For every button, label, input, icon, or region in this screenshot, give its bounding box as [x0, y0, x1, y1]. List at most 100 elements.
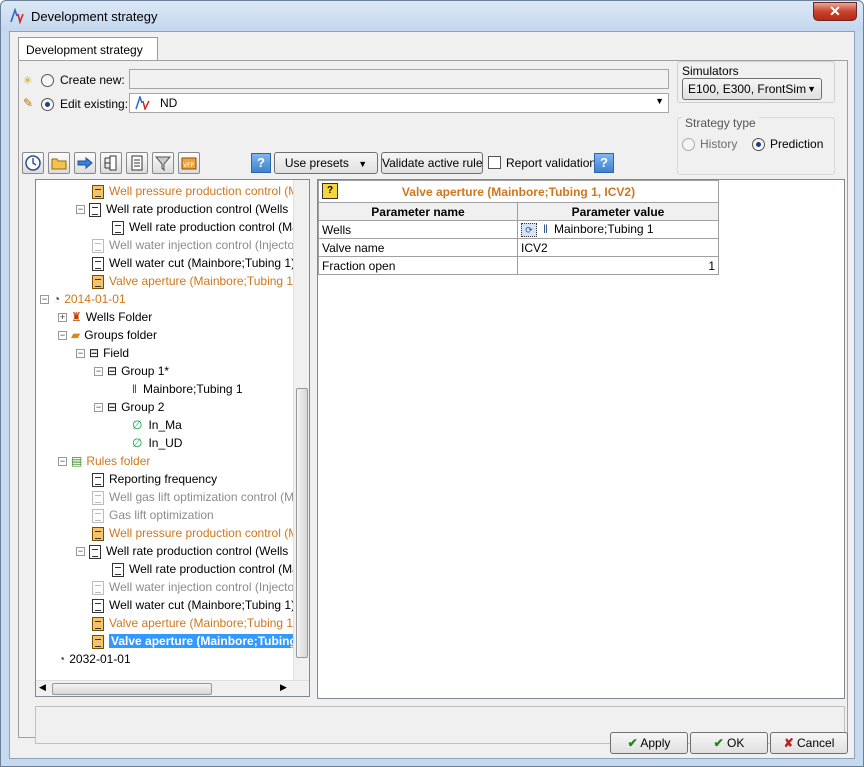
rule-icon — [92, 508, 104, 523]
ok-button[interactable]: ✔ OK — [690, 732, 768, 754]
tree-row-groups-folder[interactable]: − ▰ Groups folder — [58, 326, 157, 344]
client-area: Development strategy ✳ Create new: ✎ Edi… — [9, 31, 855, 759]
validate-active-rule-button[interactable]: Validate active rule — [381, 152, 483, 174]
collapse-icon[interactable]: − — [58, 457, 67, 467]
tree-row[interactable]: Well pressure production control (M — [92, 524, 298, 542]
tree-row-well[interactable]: ∅ In_UD — [132, 434, 182, 452]
param-name: Fraction open — [318, 256, 518, 275]
tree-horizontal-scrollbar[interactable]: ◀ ▶ — [36, 680, 309, 696]
param-value[interactable]: ICV2 — [517, 238, 719, 257]
table-row[interactable]: Fraction open 1 — [318, 256, 719, 275]
tree-row-group[interactable]: − ⊟ Group 2 — [94, 398, 164, 416]
cancel-button[interactable]: ✘ Cancel — [770, 732, 848, 754]
group-tree-icon[interactable] — [100, 152, 122, 174]
tree-row[interactable]: Well rate production control (Ma — [112, 218, 299, 236]
scroll-left-icon[interactable]: ◀ — [39, 682, 46, 693]
tab-development-strategy[interactable]: Development strategy — [18, 37, 158, 61]
tree-row[interactable]: Well gas lift optimization control (M — [92, 488, 294, 506]
simulators-value: E100, E300, FrontSim — [688, 82, 807, 96]
folder-icon[interactable] — [48, 152, 70, 174]
tab-pane: ✳ Create new: ✎ Edit existing: ND ▼ Simu… — [18, 60, 848, 744]
existing-strategy-select[interactable]: ND ▼ — [129, 93, 669, 113]
table-row[interactable]: Wells ⟳ ‖ Mainbore;Tubing 1 — [318, 220, 719, 239]
clock-icon[interactable] — [22, 152, 44, 174]
tree-row-selected[interactable]: Valve aperture (Mainbore;Tubing — [92, 632, 299, 650]
scrollbar-thumb[interactable] — [296, 388, 308, 658]
param-value[interactable]: 1 — [517, 256, 719, 275]
tree-row-date[interactable]: − ◔ 2014-01-01 — [40, 290, 126, 308]
clock-icon: ◔ — [53, 292, 61, 306]
table-row[interactable]: Valve name ICV2 — [318, 238, 719, 257]
svg-text:VFP: VFP — [183, 162, 195, 169]
param-name: Valve name — [318, 238, 518, 257]
tree-row-group[interactable]: − ⊟ Group 1* — [94, 362, 169, 380]
help-icon[interactable]: ? — [251, 153, 271, 173]
tree-row[interactable]: Well pressure production control (M — [92, 182, 298, 200]
tree-row-well[interactable]: ‖ Mainbore;Tubing 1 — [132, 380, 243, 398]
create-new-radio[interactable] — [41, 74, 54, 87]
rule-icon — [92, 490, 104, 505]
chevron-down-icon: ▼ — [655, 96, 664, 106]
scrollbar-thumb[interactable] — [52, 683, 212, 695]
scroll-right-icon[interactable]: ▶ — [280, 682, 287, 693]
strategy-type-group: Strategy type History Prediction — [677, 116, 835, 175]
edit-existing-label: Edit existing: — [60, 97, 129, 111]
tree-row[interactable]: Valve aperture (Mainbore;Tubing 1, — [92, 272, 296, 290]
group-icon: ⊟ — [89, 346, 100, 360]
tree-row[interactable]: Well water injection control (Injector — [92, 236, 298, 254]
rule-help-icon: ? — [322, 183, 338, 199]
collapse-icon[interactable]: − — [76, 205, 85, 215]
simulators-select[interactable]: E100, E300, FrontSim ▼ — [682, 78, 822, 100]
use-presets-button[interactable]: Use presets ▼ — [274, 152, 378, 174]
vfp-table-icon[interactable]: VFP — [178, 152, 200, 174]
apply-label: Apply — [640, 736, 671, 750]
tree-row[interactable]: Well rate production control (Ma — [112, 560, 299, 578]
tree-row[interactable]: Valve aperture (Mainbore;Tubing 1, — [92, 614, 296, 632]
rule-icon — [92, 184, 104, 199]
tree-row[interactable]: − Well rate production control (Wells — [76, 542, 288, 560]
create-new-label: Create new: — [60, 73, 125, 87]
tree-row[interactable]: Gas lift optimization — [92, 506, 214, 524]
arrow-right-icon[interactable] — [74, 152, 96, 174]
collapse-icon[interactable]: − — [94, 367, 103, 377]
expand-icon[interactable]: + — [58, 313, 67, 323]
collapse-icon[interactable]: − — [76, 547, 85, 557]
tree-row-field[interactable]: − ⊟ Field — [76, 344, 129, 362]
cross-icon: ✘ — [783, 736, 794, 750]
simulators-group: Simulators E100, E300, FrontSim ▼ — [677, 61, 835, 103]
collapse-icon[interactable]: − — [94, 403, 103, 413]
rule-icon — [112, 562, 124, 577]
create-new-name-input[interactable] — [129, 69, 669, 89]
apply-button[interactable]: ✔ Apply — [610, 732, 688, 754]
rule-title: Valve aperture (Mainbore;Tubing 1, ICV2) — [401, 184, 636, 199]
tree-row[interactable]: − Well rate production control (Wells — [76, 200, 288, 218]
tree-row-date[interactable]: ◔ 2032-01-01 — [58, 650, 131, 668]
tree-row[interactable]: Reporting frequency — [92, 470, 217, 488]
tree-row[interactable]: Well water injection control (Injector — [92, 578, 298, 596]
prediction-radio[interactable] — [752, 138, 765, 151]
cancel-label: Cancel — [797, 736, 835, 750]
column-header-value: Parameter value — [517, 202, 719, 221]
help-icon-validation[interactable]: ? — [594, 153, 614, 173]
well-icon: ‖ — [132, 382, 137, 396]
tree-row-well[interactable]: ∅ In_Ma — [132, 416, 182, 434]
dropdown-arrow-icon: ▼ — [358, 159, 368, 169]
close-button[interactable]: ✕ — [813, 2, 857, 21]
filter-icon[interactable] — [152, 152, 174, 174]
tree-row[interactable]: Well water cut (Mainbore;Tubing 1) — [92, 596, 295, 614]
report-validation-checkbox[interactable] — [488, 156, 501, 169]
param-value-cell[interactable]: ⟳ ‖ Mainbore;Tubing 1 — [517, 220, 719, 239]
document-icon[interactable] — [126, 152, 148, 174]
tree-vertical-scrollbar[interactable] — [293, 180, 309, 680]
well-picker-icon[interactable]: ⟳ — [521, 223, 537, 237]
tree-row-wells-folder[interactable]: + ♜ Wells Folder — [58, 308, 152, 326]
collapse-icon[interactable]: − — [40, 295, 49, 305]
edit-existing-radio[interactable] — [41, 98, 54, 111]
rule-icon — [92, 526, 104, 541]
ok-label: OK — [727, 736, 745, 750]
collapse-icon[interactable]: − — [58, 331, 67, 341]
tree-row[interactable]: Well water cut (Mainbore;Tubing 1) — [92, 254, 295, 272]
collapse-icon[interactable]: − — [76, 349, 85, 359]
tree-row-rules-folder[interactable]: − ▤ Rules folder — [58, 452, 150, 470]
history-radio[interactable] — [682, 138, 695, 151]
